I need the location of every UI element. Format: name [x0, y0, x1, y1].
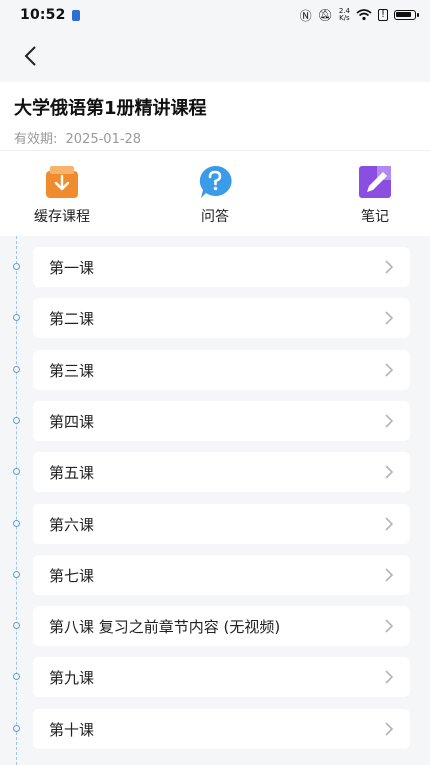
back-arrow-icon: [24, 46, 36, 66]
qa-label: 问答: [201, 209, 229, 225]
timeline-dot: [13, 314, 20, 321]
chevron-right-icon: [382, 619, 396, 633]
lesson-item[interactable]: 第七课: [33, 555, 410, 595]
lesson-title: 第八课 复习之前章节内容 (无视频): [49, 617, 281, 636]
download-icon: [46, 166, 78, 198]
chevron-right-icon: [382, 363, 396, 377]
notes-button[interactable]: 笔记: [357, 164, 393, 226]
course-header: 大学俄语第1册精讲课程 有效期: 2025-01-28: [0, 82, 430, 150]
network-speed-unit: K/s: [339, 14, 350, 22]
qa-button[interactable]: 问答: [197, 164, 233, 226]
status-icons: Ⓝ 🔕︎ 2.4 K/s !: [299, 7, 419, 24]
notification-icon: [71, 9, 80, 21]
course-title: 大学俄语第1册精讲课程: [14, 98, 207, 119]
lesson-title: 第四课: [49, 412, 95, 431]
notes-label: 笔记: [361, 209, 389, 225]
chevron-right-icon: [382, 311, 396, 325]
validity-label: 有效期:: [14, 132, 58, 147]
wifi-icon: [356, 9, 372, 21]
cache-course-button[interactable]: 缓存课程: [34, 164, 90, 226]
timeline-dot: [13, 366, 20, 373]
lesson-item[interactable]: 第十课: [33, 709, 410, 749]
lesson-item[interactable]: 第一课: [33, 247, 410, 287]
lesson-item[interactable]: 第四课: [33, 401, 410, 441]
mute-icon: 🔕︎: [317, 8, 333, 22]
battery-icon: [394, 10, 419, 20]
status-time: 10:52: [20, 7, 66, 23]
network-speed: 2.4 K/s: [339, 8, 350, 22]
lesson-item[interactable]: 第九课: [33, 657, 410, 697]
chevron-right-icon: [382, 568, 396, 582]
chevron-right-icon: [382, 517, 396, 531]
lesson-item[interactable]: 第三课: [33, 350, 410, 390]
note-pen-icon: [359, 166, 391, 198]
lesson-item[interactable]: 第五课: [33, 452, 410, 492]
lesson-item[interactable]: 第八课 复习之前章节内容 (无视频): [33, 606, 410, 646]
action-bar: 缓存课程 问答 笔记: [0, 151, 430, 236]
validity-date: 2025-01-28: [65, 132, 142, 147]
timeline-dot: [13, 725, 20, 732]
timeline-dot: [13, 673, 20, 680]
timeline-dot: [13, 520, 20, 527]
cache-course-label: 缓存课程: [34, 209, 90, 225]
timeline-dot: [13, 263, 20, 270]
lesson-title: 第五课: [49, 463, 95, 482]
lesson-item[interactable]: 第六课: [33, 504, 410, 544]
timeline-dot: [13, 468, 20, 475]
lesson-title: 第二课: [49, 309, 95, 328]
lesson-title: 第三课: [49, 361, 95, 380]
timeline-dot: [13, 622, 20, 629]
lesson-item[interactable]: 第二课: [33, 298, 410, 338]
nfc-icon: Ⓝ: [299, 8, 312, 23]
question-icon: [199, 165, 232, 198]
timeline-dot: [13, 571, 20, 578]
lesson-title: 第一课: [49, 258, 95, 277]
lesson-title: 第七课: [49, 566, 95, 585]
lesson-title: 第六课: [49, 515, 95, 534]
chevron-right-icon: [382, 670, 396, 684]
back-button[interactable]: [14, 40, 46, 72]
lesson-title: 第十课: [49, 720, 95, 739]
lesson-list: 第一课第二课第三课第四课第五课第六课第七课第八课 复习之前章节内容 (无视频) 第…: [0, 236, 430, 765]
chevron-right-icon: [382, 722, 396, 736]
chevron-right-icon: [382, 414, 396, 428]
lesson-title: 第九课: [49, 668, 95, 687]
validity: 有效期: 2025-01-28: [14, 128, 416, 147]
alert-icon: !: [377, 9, 388, 21]
status-bar: 10:52 Ⓝ 🔕︎ 2.4 K/s !: [0, 0, 430, 30]
chevron-right-icon: [382, 465, 396, 479]
chevron-right-icon: [382, 260, 396, 274]
timeline-dot: [13, 417, 20, 424]
nav-bar: [0, 30, 430, 82]
